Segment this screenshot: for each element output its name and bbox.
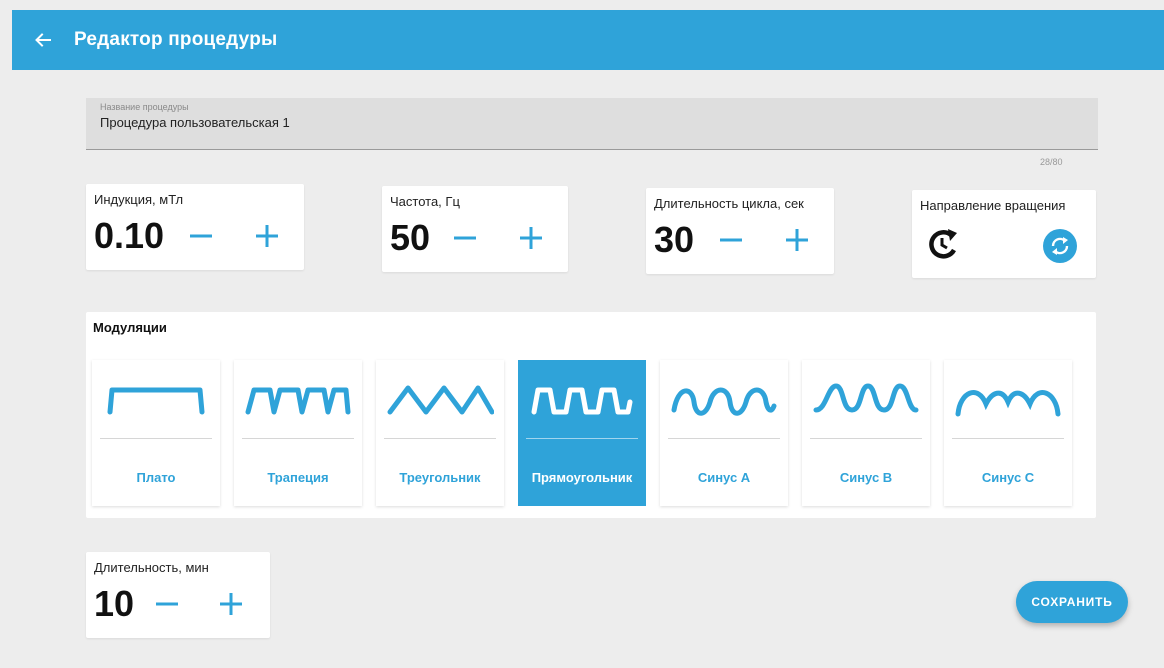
procedure-name-input[interactable] <box>100 115 1084 130</box>
page-title: Редактор процедуры <box>74 29 278 50</box>
arrow-left-icon <box>35 33 51 47</box>
back-button[interactable] <box>12 10 74 70</box>
modulation-label: Синус С <box>981 470 1035 485</box>
procedure-name-label: Название процедуры <box>100 102 189 112</box>
frequency-decrease-button[interactable] <box>446 218 484 258</box>
modulation-label: Синус А <box>697 470 751 485</box>
cycle-duration-label: Длительность цикла, сек <box>654 196 804 211</box>
plateau-wave-icon <box>107 387 205 415</box>
separator <box>100 438 212 439</box>
separator <box>242 438 354 439</box>
minus-icon <box>454 236 476 240</box>
modulation-label: Синус В <box>839 470 893 485</box>
induction-increase-button[interactable] <box>248 216 286 256</box>
frequency-label: Частота, Гц <box>390 194 460 209</box>
modulation-label: Плато <box>136 470 176 485</box>
cycle-duration-card: Длительность цикла, сек 30 <box>646 188 834 274</box>
sync-icon <box>1043 229 1077 263</box>
trapezoid-wave-icon <box>245 387 351 415</box>
square-wave-icon <box>531 387 633 415</box>
modulations-panel: Модуляции Плато Трапеция Треугольник Пря… <box>86 312 1096 518</box>
modulation-plateau[interactable]: Плато <box>92 360 220 506</box>
cycle-increase-button[interactable] <box>778 220 816 260</box>
plus-icon <box>256 225 278 247</box>
duration-decrease-button[interactable] <box>148 584 186 624</box>
separator <box>668 438 780 439</box>
duration-value: 10 <box>94 583 135 624</box>
frequency-increase-button[interactable] <box>512 218 550 258</box>
cycle-decrease-button[interactable] <box>712 220 750 260</box>
sync-rotation-button[interactable] <box>1042 228 1078 264</box>
modulation-trapezoid[interactable]: Трапеция <box>234 360 362 506</box>
minus-icon <box>190 234 212 238</box>
sine-b-wave-icon <box>813 383 919 413</box>
plus-icon <box>786 229 808 251</box>
separator <box>952 438 1064 439</box>
modulation-rectangle[interactable]: Прямоугольник <box>518 360 646 506</box>
cycle-duration-value: 30 <box>654 219 695 260</box>
separator <box>384 438 496 439</box>
frequency-card: Частота, Гц 50 <box>382 186 568 272</box>
induction-card: Индукция, мТл 0.10 <box>86 184 304 270</box>
separator <box>810 438 922 439</box>
app-bar: Редактор процедуры <box>12 10 1164 70</box>
modulation-label: Прямоугольник <box>531 470 633 485</box>
minus-icon <box>720 238 742 242</box>
induction-decrease-button[interactable] <box>182 216 220 256</box>
rotate-clockwise-icon <box>929 229 957 259</box>
frequency-value: 50 <box>390 217 431 258</box>
duration-increase-button[interactable] <box>212 584 250 624</box>
character-counter: 28/80 <box>1040 157 1063 167</box>
rotate-clockwise-button[interactable] <box>924 224 964 264</box>
triangle-wave-icon <box>387 385 494 415</box>
sine-c-wave-icon <box>955 390 1061 417</box>
procedure-name-field[interactable]: Название процедуры <box>86 98 1098 150</box>
minus-icon <box>156 602 178 606</box>
sine-a-wave-icon <box>671 387 777 416</box>
duration-label: Длительность, мин <box>94 560 209 575</box>
induction-label: Индукция, мТл <box>94 192 184 207</box>
modulation-label: Треугольник <box>399 470 481 485</box>
modulation-sine-b[interactable]: Синус В <box>802 360 930 506</box>
duration-card: Длительность, мин 10 <box>86 552 270 638</box>
rotation-direction-label: Направление вращения <box>920 198 1066 213</box>
rotation-direction-card: Направление вращения <box>912 190 1096 278</box>
modulation-sine-a[interactable]: Синус А <box>660 360 788 506</box>
separator <box>526 438 638 439</box>
save-button[interactable]: СОХРАНИТЬ <box>1016 581 1128 623</box>
induction-value: 0.10 <box>94 215 165 256</box>
modulations-title: Модуляции <box>93 320 167 335</box>
plus-icon <box>220 593 242 615</box>
modulation-triangle[interactable]: Треугольник <box>376 360 504 506</box>
modulation-sine-c[interactable]: Синус С <box>944 360 1072 506</box>
modulation-label: Трапеция <box>267 470 329 485</box>
plus-icon <box>520 227 542 249</box>
